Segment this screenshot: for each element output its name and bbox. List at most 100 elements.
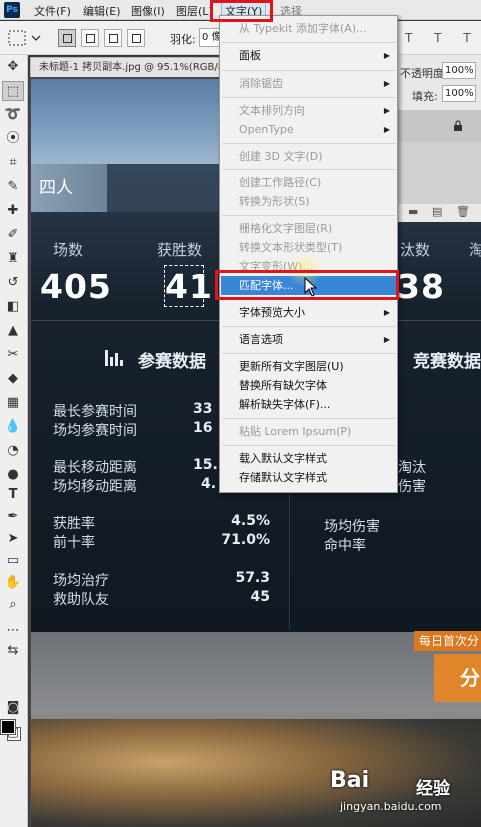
menu-file[interactable]: 文件(F): [34, 3, 71, 19]
submenu-arrow-icon: ▶: [383, 106, 390, 115]
row-value-avg-heal: 57.3: [235, 570, 270, 586]
row-label-avg-heal: 场均治疗: [53, 573, 109, 589]
marquee-preset-icon[interactable]: [6, 27, 42, 49]
row-label-avg-time: 场均参赛时间: [53, 423, 137, 439]
menu-item-convert-to-shape[interactable]: 转换为形状(S): [221, 192, 397, 211]
menu-item-label: 字体预览大小: [239, 306, 305, 319]
quick-select-tool-icon[interactable]: ⦿: [2, 129, 24, 149]
foreground-color-swatch[interactable]: [0, 719, 16, 735]
row-label-eliminations: 淘汰: [398, 460, 426, 476]
photoshop-logo-icon: Ps: [4, 2, 20, 18]
lock-icon: [454, 120, 462, 131]
layer-row-selected[interactable]: [398, 110, 481, 142]
menu-edit[interactable]: 编辑(E): [83, 3, 121, 19]
row-label-longest-time: 最长参赛时间: [53, 404, 137, 420]
opacity-input[interactable]: 100%: [442, 62, 476, 79]
menu-separator: [222, 215, 396, 216]
menu-item-font-preview-size[interactable]: 字体预览大小 ▶: [221, 303, 397, 322]
eraser-alt-tool-icon[interactable]: ◆: [2, 369, 24, 389]
pen-tool-icon[interactable]: ✒: [2, 507, 24, 527]
fill-input[interactable]: 100%: [442, 85, 476, 102]
subtract-selection-button[interactable]: [104, 29, 122, 47]
stat-value-matches: 405: [40, 267, 112, 306]
zoom-tool-icon[interactable]: ⌕: [2, 595, 24, 615]
menu-separator: [222, 97, 396, 98]
menu-item-save-default-style[interactable]: 存储默认文字样式: [221, 468, 397, 487]
menu-layer[interactable]: 图层(L): [176, 3, 213, 19]
menu-item-rasterize[interactable]: 栅格化文字图层(R): [221, 219, 397, 238]
menu-item-language-options[interactable]: 语言选项 ▶: [221, 330, 397, 349]
shape-tool-icon[interactable]: ▭: [2, 551, 24, 571]
add-selection-button[interactable]: [81, 29, 99, 47]
brush-tool-icon[interactable]: ✐: [2, 225, 24, 245]
more-tools-icon[interactable]: ⋯: [2, 621, 24, 641]
menu-item-antialias[interactable]: 消除锯齿 ▶: [221, 74, 397, 93]
eyedropper-tool-icon[interactable]: ✎: [2, 177, 24, 197]
menu-item-paste-lorem-ipsum[interactable]: 粘贴 Lorem Ipsum(P): [221, 422, 397, 441]
submenu-arrow-icon: ▶: [383, 79, 390, 88]
history-brush-tool-icon[interactable]: ↺: [2, 273, 24, 293]
type-tool-icon[interactable]: T: [2, 485, 24, 505]
quick-mask-icon[interactable]: ◙: [2, 698, 24, 718]
swap-colors-icon[interactable]: ⇆: [2, 641, 24, 661]
row-value-top10-rate: 71.0%: [221, 532, 270, 548]
row-label-win-rate: 获胜率: [53, 516, 95, 532]
new-group-icon[interactable]: ▬: [408, 205, 418, 218]
menu-item-create-work-path[interactable]: 创建工作路径(C): [221, 173, 397, 192]
menu-separator: [222, 299, 396, 300]
menu-item-load-default-style[interactable]: 载入默认文字样式: [221, 449, 397, 468]
menu-item-resolve-missing-fonts[interactable]: 解析缺失字体(F)...: [221, 395, 397, 414]
menu-item-orientation[interactable]: 文本排列方向 ▶: [221, 101, 397, 120]
trash-icon[interactable]: 🗑: [456, 205, 470, 218]
new-layer-icon[interactable]: ▤: [432, 205, 442, 218]
row-value-win-rate: 4.5%: [231, 513, 270, 529]
menu-separator: [222, 418, 396, 419]
move-tool-icon[interactable]: ✥: [2, 57, 24, 77]
menu-separator: [222, 169, 396, 170]
marquee-tool-icon[interactable]: ⬚: [2, 81, 24, 101]
feather-label: 羽化:: [170, 33, 196, 46]
row-label-damage: 伤害: [398, 479, 426, 495]
eraser-tool-icon[interactable]: ◧: [2, 297, 24, 317]
menu-item-label: 消除锯齿: [239, 77, 283, 90]
mouse-pointer-icon: [304, 277, 318, 297]
menu-item-label: OpenType: [239, 123, 294, 136]
menu-separator: [222, 326, 396, 327]
submenu-arrow-icon: ▶: [383, 125, 390, 134]
menu-image[interactable]: 图像(I): [131, 3, 165, 19]
mode-tab-squad: 四人: [31, 164, 107, 212]
row-label-accuracy: 命中率: [324, 538, 366, 554]
promo-badge: 每日首次分: [414, 631, 481, 651]
dodge-tool-icon[interactable]: ◔: [2, 441, 24, 461]
smudge-tool-icon[interactable]: ✂: [2, 345, 24, 365]
path-select-tool-icon[interactable]: ➤: [2, 529, 24, 549]
share-button[interactable]: 分: [434, 654, 481, 702]
stamp-tool-icon[interactable]: ▲: [2, 321, 24, 341]
document-tab[interactable]: 未标题-1 拷贝副本.jpg @ 95.1%(RGB/8): [30, 57, 220, 77]
menu-item-typekit[interactable]: 从 Typekit 添加字体(A)...: [221, 19, 397, 38]
layers-list-area: [398, 142, 481, 204]
new-selection-button[interactable]: [58, 29, 76, 47]
menu-item-update-all-layers[interactable]: 更新所有文字图层(U): [221, 357, 397, 376]
menu-separator: [222, 143, 396, 144]
menu-item-panels[interactable]: 面板 ▶: [221, 46, 397, 65]
gradient-tool-icon[interactable]: ▦: [2, 393, 24, 413]
baidu-logo: Bai: [330, 768, 370, 793]
lasso-tool-icon[interactable]: ➰: [2, 105, 24, 125]
menu-item-replace-missing-fonts[interactable]: 替换所有缺欠字体: [221, 376, 397, 395]
crop-tool-icon[interactable]: ⌗: [2, 153, 24, 173]
hand-tool-icon[interactable]: ✋: [2, 573, 24, 593]
intersect-selection-button[interactable]: [127, 29, 145, 47]
healing-brush-tool-icon[interactable]: ✚: [2, 201, 24, 221]
blur-tool-icon[interactable]: 💧: [2, 417, 24, 437]
menu-item-opentype[interactable]: OpenType ▶: [221, 120, 397, 139]
sponge-tool-icon[interactable]: ●: [2, 465, 24, 485]
stat-label-kills: 汰数: [400, 241, 431, 259]
layers-panel-footer: ▬ ▤ 🗑: [398, 204, 481, 222]
watermark-text: 经验: [416, 779, 450, 799]
menu-item-create-3d[interactable]: 创建 3D 文字(D): [221, 147, 397, 166]
text-align-icons[interactable]: T T T: [405, 31, 480, 45]
submenu-arrow-icon: ▶: [383, 335, 390, 344]
row-label-avg-distance: 场均移动距离: [53, 479, 137, 495]
clone-stamp-tool-icon[interactable]: ♜: [2, 249, 24, 269]
